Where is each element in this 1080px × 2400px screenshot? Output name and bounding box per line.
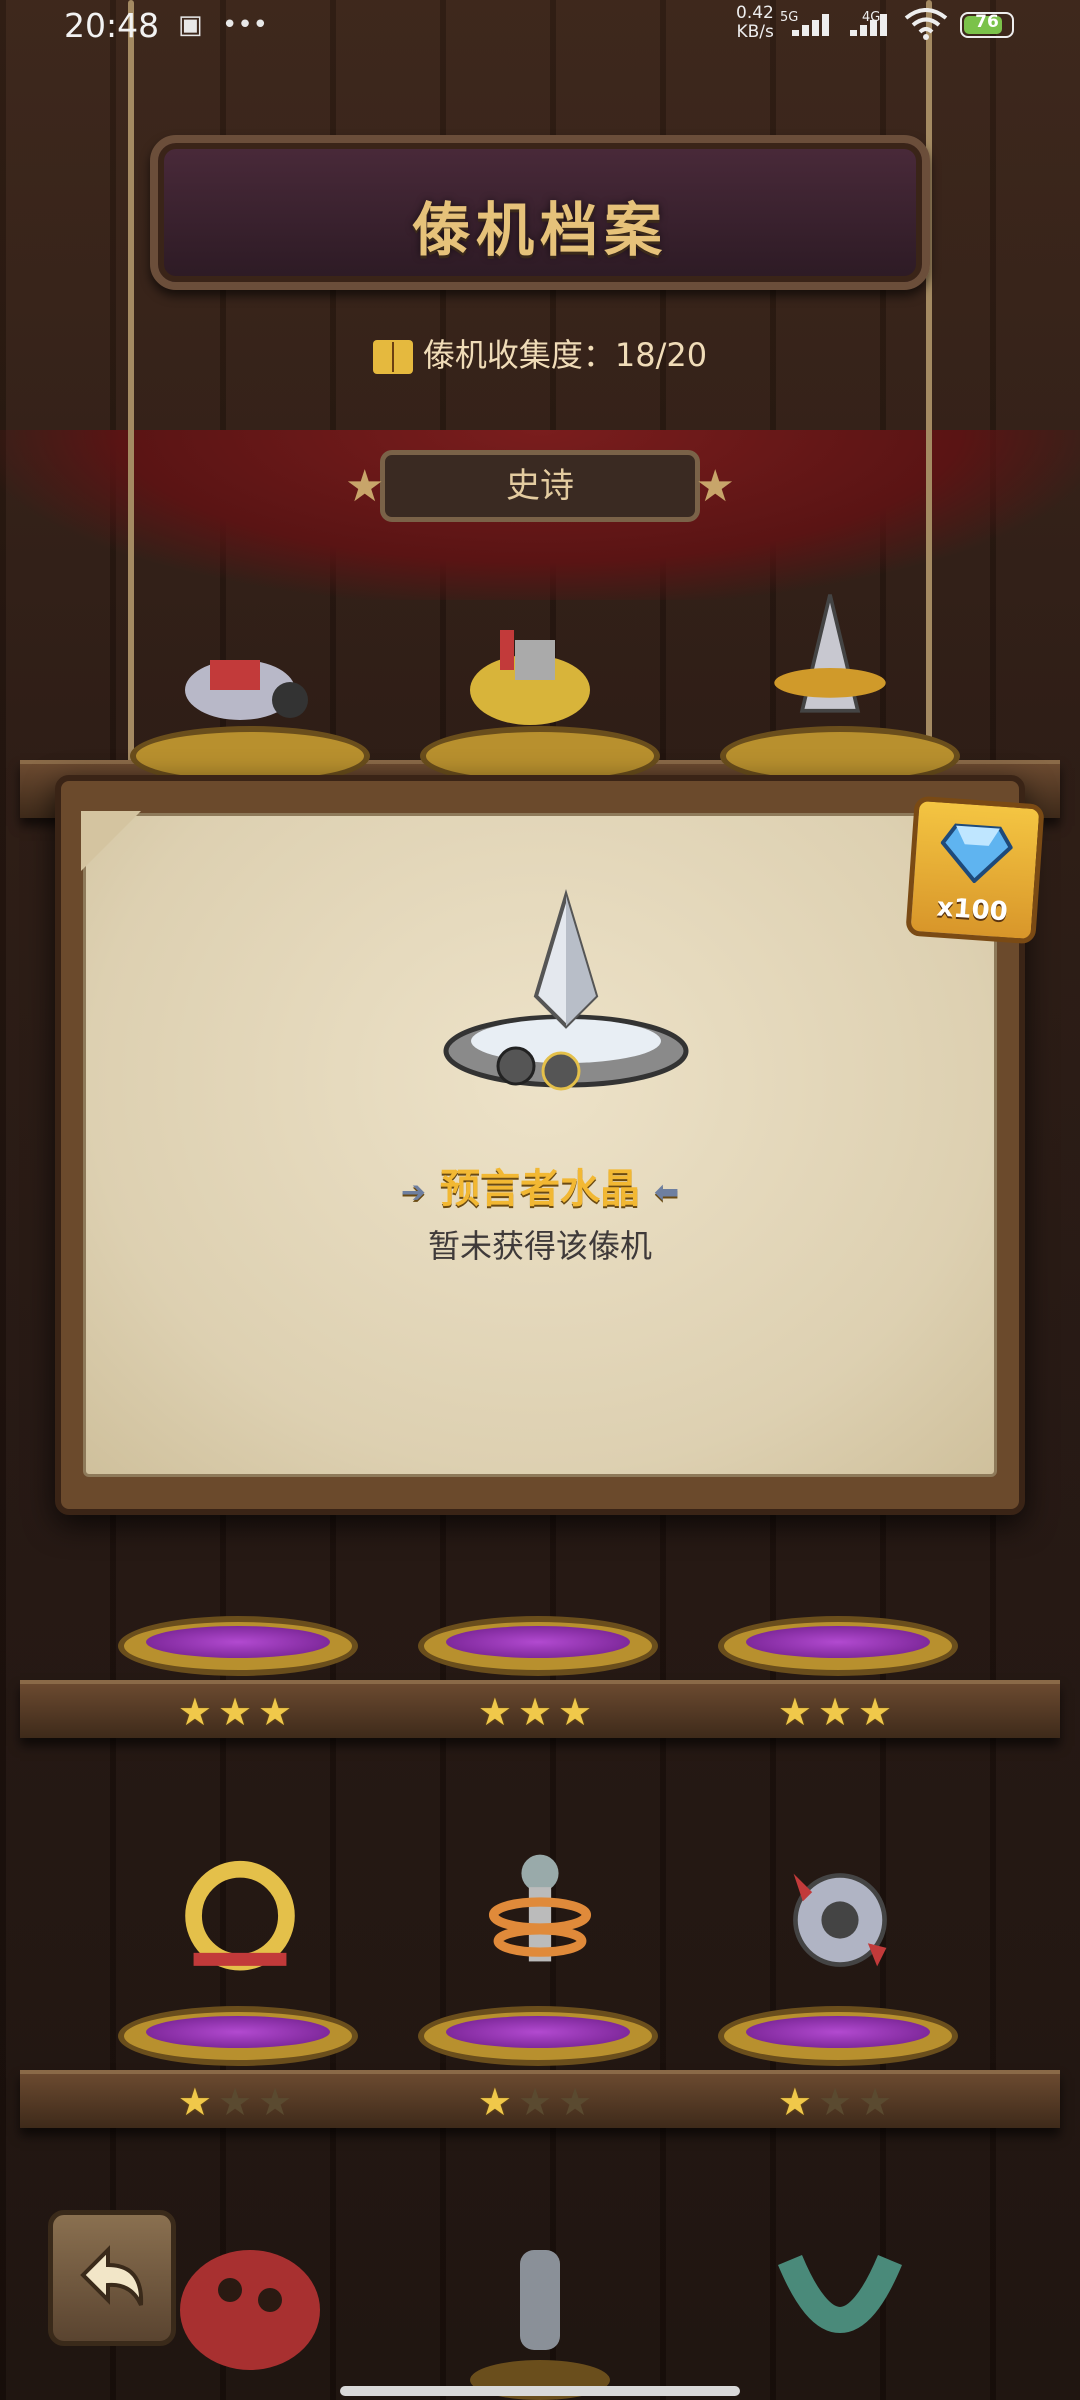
crystal-machine-image <box>443 889 689 1091</box>
rating-3-2: ★★★ <box>477 2080 599 2124</box>
collection-value: 18/20 <box>614 336 708 374</box>
rarity-label: 史诗 <box>506 466 574 506</box>
rating-2-2: ★★★ <box>477 1690 599 1734</box>
page-title: 傣机档案 <box>411 196 668 264</box>
machine-bag-icon <box>470 630 590 725</box>
pedestal-3-1[interactable] <box>118 1980 358 2066</box>
machine-detail-card[interactable]: ➔ 预言者水晶 ⬅ 暂未获得该傣机 <box>55 775 1025 1515</box>
net-speed-value: 0.42 <box>736 3 774 23</box>
machine-drill-icon <box>774 594 886 713</box>
book-icon <box>372 340 413 374</box>
back-arrow-icon <box>80 2245 144 2306</box>
status-bar: 20:48 ▣ ••• 0.42 KB/s 5G 4G 76 <box>0 0 1080 52</box>
back-button[interactable] <box>48 2210 176 2346</box>
rating-2-3: ★★★ <box>777 1690 899 1734</box>
battery-level: 76 <box>975 12 999 32</box>
pedestal-2-3[interactable] <box>718 1590 958 1676</box>
more-dots-icon: ••• <box>222 10 269 40</box>
star-right-icon: ★ <box>695 461 735 512</box>
machine-magnet-icon <box>778 2254 902 2333</box>
status-time: 20:48 <box>64 6 160 45</box>
pedestal-2-2[interactable] <box>418 1590 658 1676</box>
pedestal-2-1[interactable] <box>118 1590 358 1676</box>
rating-3-1: ★★★ <box>177 2080 299 2124</box>
rating-3-3: ★★★ <box>777 2080 899 2124</box>
signal-bars-icon <box>792 14 838 36</box>
price-tag[interactable]: x100 <box>905 795 1045 945</box>
diamond-gem-icon <box>940 823 1014 884</box>
arrow-right-icon: ➔ <box>400 1175 426 1210</box>
card-paper: ➔ 预言者水晶 ⬅ 暂未获得该傣机 <box>83 813 997 1477</box>
net-speed: 0.42 KB/s <box>736 4 774 42</box>
machine-name-text: 预言者水晶 <box>440 1166 640 1212</box>
signal-bars-icon-2 <box>850 14 896 36</box>
net-speed-unit: KB/s <box>736 22 774 42</box>
rarity-tab[interactable]: ★ 史诗 ★ <box>345 450 735 522</box>
machine-coil-tower-icon <box>488 1854 592 1962</box>
machine-name: ➔ 预言者水晶 ⬅ <box>86 1156 994 1214</box>
paper-corner-fold <box>81 811 141 871</box>
machine-ring-blade-icon <box>185 1860 295 1971</box>
machine-status: 暂未获得该傣机 <box>427 1227 652 1265</box>
star-left-icon: ★ <box>345 461 385 512</box>
machine-mushroom-icon <box>180 2250 320 2370</box>
collection-progress: 傣机收集度：18/20 <box>0 330 1080 376</box>
arrow-left-icon: ⬅ <box>654 1175 680 1210</box>
battery-icon: 76 <box>960 12 1014 38</box>
home-indicator[interactable] <box>340 2386 740 2396</box>
wifi-icon <box>904 8 948 40</box>
machine-cannon-icon <box>185 660 308 720</box>
machine-spike-wheel-icon <box>793 1873 887 1967</box>
machine-cannon-barrel-icon <box>470 2250 610 2400</box>
title-plaque: 傣机档案 <box>150 135 930 290</box>
record-icon: ▣ <box>178 10 203 40</box>
pedestal-3-2[interactable] <box>418 1980 658 2066</box>
rating-2-1: ★★★ <box>177 1690 299 1734</box>
pedestal-3-3[interactable] <box>718 1980 958 2066</box>
price-quantity: x100 <box>935 892 1009 928</box>
collection-label: 傣机收集度： <box>422 336 615 374</box>
